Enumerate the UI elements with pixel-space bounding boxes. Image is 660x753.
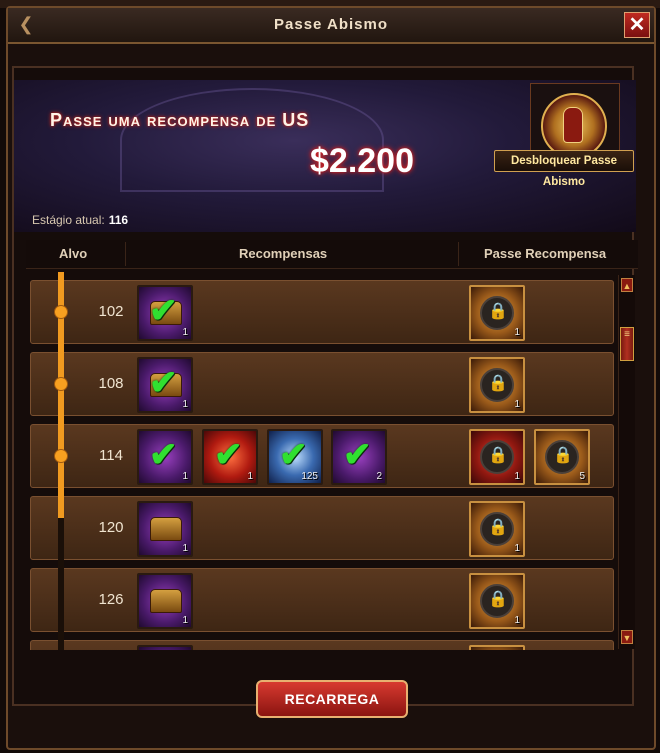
item-count: 5 bbox=[579, 471, 585, 482]
row-level: 108 bbox=[98, 375, 124, 392]
item-count: 1 bbox=[247, 471, 253, 482]
item-count: 1 bbox=[182, 327, 188, 338]
reward-item[interactable]: ✔ 2 bbox=[331, 429, 387, 485]
lock-icon: 🔒 bbox=[488, 375, 508, 392]
reward-row: 108 ✔ 1 🔒 1 bbox=[30, 352, 614, 416]
recharge-button[interactable]: RECARREGA bbox=[256, 680, 408, 718]
item-count: 1 bbox=[182, 615, 188, 626]
reward-item[interactable]: ✔ 1 bbox=[137, 285, 193, 341]
item-count: 125 bbox=[301, 471, 318, 482]
banner-title: Passe uma recompensa de US bbox=[50, 110, 310, 130]
lock-icon: 🔒 bbox=[488, 303, 508, 320]
header-divider bbox=[125, 242, 126, 266]
row-level: 102 bbox=[98, 303, 124, 320]
pass-reward-item[interactable] bbox=[469, 645, 525, 650]
stage-label: Estágio atual: bbox=[32, 213, 105, 227]
reward-row bbox=[30, 640, 614, 650]
emblem-crest-icon bbox=[563, 107, 583, 143]
table-header: Alvo Recompensas Passe Recompensa bbox=[26, 240, 638, 269]
check-icon: ✔ bbox=[214, 436, 243, 474]
lock-icon: 🔒 bbox=[488, 447, 508, 464]
scroll-up-icon[interactable]: ▲ bbox=[621, 278, 633, 292]
col-pass-rewards: Passe Recompensa bbox=[484, 246, 607, 261]
close-icon: ✕ bbox=[628, 14, 646, 36]
close-button[interactable]: ✕ bbox=[624, 12, 650, 38]
item-count: 1 bbox=[514, 327, 520, 338]
reward-item[interactable]: ✔ 125 bbox=[267, 429, 323, 485]
progress-track-remaining bbox=[58, 518, 64, 650]
item-count: 1 bbox=[514, 543, 520, 554]
reward-item[interactable]: ✔ 1 bbox=[137, 429, 193, 485]
col-target: Alvo bbox=[59, 246, 88, 261]
unlock-pass-button[interactable]: Desbloquear Passe Abismo bbox=[494, 150, 634, 188]
scroll-down-icon[interactable]: ▼ bbox=[621, 630, 633, 644]
item-count: 1 bbox=[514, 615, 520, 626]
item-count: 1 bbox=[182, 471, 188, 482]
progress-node bbox=[54, 377, 68, 391]
scroll-thumb[interactable]: ≡ bbox=[620, 327, 634, 361]
item-count: 1 bbox=[182, 399, 188, 410]
col-rewards: Recompensas bbox=[239, 246, 328, 261]
item-count: 1 bbox=[514, 471, 520, 482]
progress-node bbox=[54, 449, 68, 463]
check-icon: ✔ bbox=[279, 436, 308, 474]
reward-item[interactable]: 1 bbox=[137, 573, 193, 629]
row-level: 126 bbox=[98, 591, 124, 608]
reward-item[interactable]: ✔ 1 bbox=[137, 357, 193, 413]
pass-reward-item[interactable]: 🔒 5 bbox=[534, 429, 590, 485]
window-title: Passe Abismo bbox=[274, 16, 388, 33]
pass-reward-item[interactable]: 🔒 1 bbox=[469, 357, 525, 413]
check-icon: ✔ bbox=[149, 292, 178, 330]
reward-item[interactable] bbox=[137, 645, 193, 650]
pass-reward-item[interactable]: 🔒 1 bbox=[469, 573, 525, 629]
chest-icon bbox=[150, 589, 182, 613]
item-count: 1 bbox=[514, 399, 520, 410]
scrollbar[interactable]: ▲ ≡ ▼ bbox=[618, 275, 635, 649]
reward-item[interactable]: ✔ 1 bbox=[202, 429, 258, 485]
item-count: 1 bbox=[182, 543, 188, 554]
progress-node bbox=[54, 305, 68, 319]
banner-amount: $2.200 bbox=[310, 142, 414, 180]
reward-row: 126 1 🔒 1 bbox=[30, 568, 614, 632]
check-icon: ✔ bbox=[149, 436, 178, 474]
reward-row: 102 ✔ 1 🔒 1 bbox=[30, 280, 614, 344]
chest-icon bbox=[150, 517, 182, 541]
lock-icon: 🔒 bbox=[553, 447, 573, 464]
current-stage: Estágio atual: 116 bbox=[32, 213, 128, 227]
pass-reward-item[interactable]: 🔒 1 bbox=[469, 501, 525, 557]
item-count: 2 bbox=[376, 471, 382, 482]
stage-value: 116 bbox=[108, 213, 129, 227]
row-level: 120 bbox=[98, 519, 124, 536]
reward-row: 114 ✔ 1 ✔ 1 ✔ 125 ✔ 2 🔒 1 🔒 5 bbox=[30, 424, 614, 488]
check-icon: ✔ bbox=[343, 436, 372, 474]
lock-icon: 🔒 bbox=[488, 519, 508, 536]
pass-reward-item[interactable]: 🔒 1 bbox=[469, 285, 525, 341]
check-icon: ✔ bbox=[149, 364, 178, 402]
rewards-list[interactable]: 102 ✔ 1 🔒 1 108 ✔ 1 🔒 1 114 ✔ 1 ✔ 1 ✔ 12… bbox=[26, 272, 616, 650]
pass-reward-item[interactable]: 🔒 1 bbox=[469, 429, 525, 485]
title-bar: ❮ Passe Abismo ✕ bbox=[8, 8, 654, 44]
reward-item[interactable]: 1 bbox=[137, 501, 193, 557]
lock-icon: 🔒 bbox=[488, 591, 508, 608]
row-level: 114 bbox=[99, 447, 123, 464]
header-divider bbox=[458, 242, 459, 266]
reward-row: 120 1 🔒 1 bbox=[30, 496, 614, 560]
